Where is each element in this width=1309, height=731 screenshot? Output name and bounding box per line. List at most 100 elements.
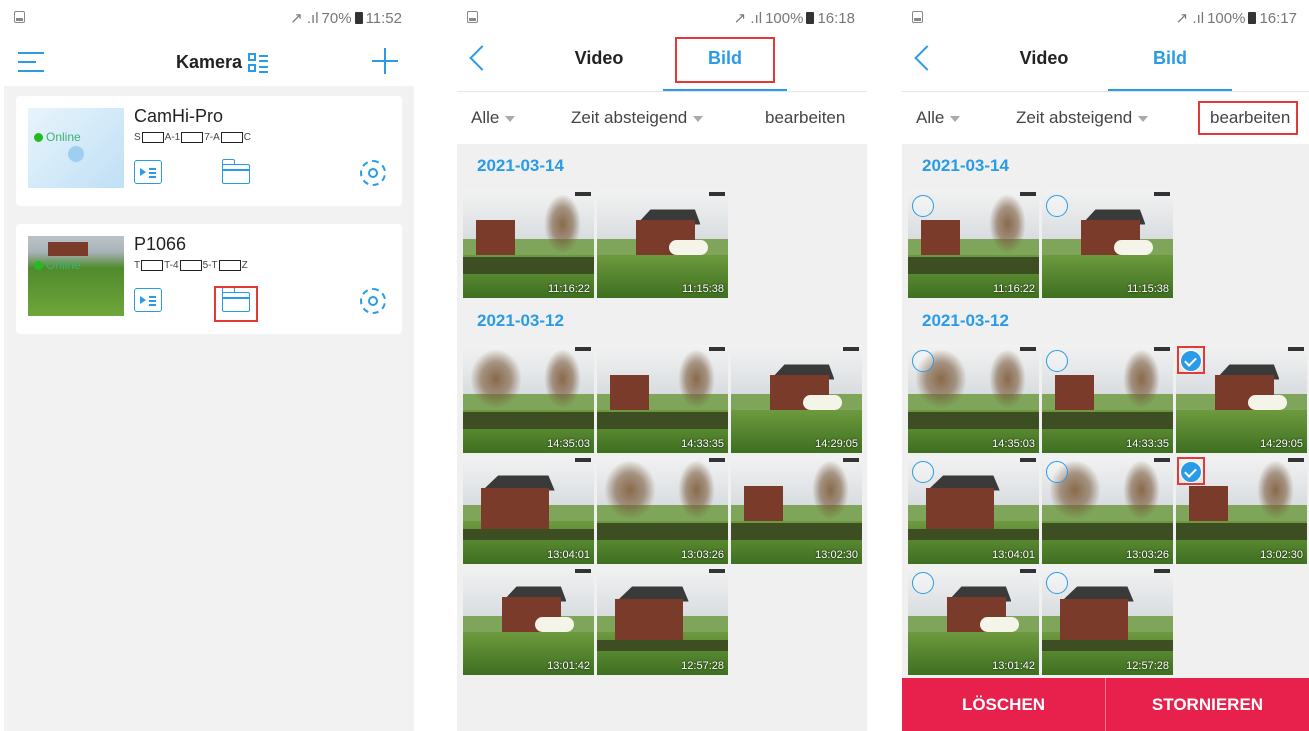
select-circle-icon[interactable]	[1046, 350, 1068, 372]
media-tabs: Video Bild	[902, 36, 1309, 92]
camera-uid: S A-1 7-A C	[134, 132, 252, 143]
select-circle-icon[interactable]	[912, 461, 934, 483]
hamburger-menu-icon[interactable]	[18, 52, 44, 72]
video-playlist-icon[interactable]	[134, 160, 162, 184]
photo-timestamp: 14:35:03	[547, 438, 590, 450]
photo-gallery: 2021-03-14 11:16:22 11:15:38 2021-03-12 14:3…	[457, 144, 867, 731]
dropdown-arrow-icon	[950, 115, 961, 122]
select-circle-icon[interactable]	[1046, 195, 1068, 217]
camera-thumbnail[interactable]: Online	[28, 108, 124, 188]
sort-dropdown[interactable]: Zeit absteigend	[1016, 108, 1149, 128]
watermark	[1020, 458, 1036, 462]
watermark	[1154, 192, 1170, 196]
camera-thumbnail[interactable]: Online	[28, 236, 124, 316]
action-bar: LÖSCHEN STORNIEREN	[902, 678, 1309, 731]
date-header: 2021-03-12	[477, 311, 564, 330]
photo-thumbnail[interactable]: 14:29:05	[731, 345, 862, 453]
photo-timestamp: 13:02:30	[1260, 549, 1303, 561]
folder-icon[interactable]	[221, 287, 250, 312]
filter-bar: Alle Zeit absteigend bearbeiten	[902, 92, 1309, 144]
watermark	[843, 347, 859, 351]
photo-timestamp: 14:29:05	[815, 438, 858, 450]
photo-thumbnail[interactable]: 14:35:03	[908, 345, 1039, 453]
watermark	[575, 569, 591, 573]
add-camera-button[interactable]	[370, 46, 400, 76]
photo-thumbnail[interactable]: 13:01:42	[463, 567, 594, 675]
photo-thumbnail[interactable]: 14:33:35	[1042, 345, 1173, 453]
watermark	[709, 569, 725, 573]
photo-thumbnail[interactable]: 12:57:28	[1042, 567, 1173, 675]
filter-all-dropdown[interactable]: Alle	[916, 108, 961, 128]
camera-card[interactable]: Online CamHi-Pro S A-1 7-A C	[16, 96, 402, 206]
edit-button[interactable]: bearbeiten	[1210, 108, 1290, 128]
cancel-button[interactable]: STORNIEREN	[1105, 678, 1309, 731]
photo-timestamp: 13:04:01	[992, 549, 1035, 561]
watermark	[1288, 458, 1304, 462]
tab-bild[interactable]: Bild	[1120, 48, 1220, 69]
photo-thumbnail[interactable]: 13:03:26	[597, 456, 728, 564]
delete-button[interactable]: LÖSCHEN	[902, 678, 1105, 731]
gear-icon[interactable]	[360, 160, 386, 186]
photo-timestamp: 13:02:30	[815, 549, 858, 561]
watermark	[1154, 458, 1170, 462]
checked-circle-icon[interactable]	[1180, 461, 1202, 483]
sort-dropdown[interactable]: Zeit absteigend	[571, 108, 704, 128]
grid-list-icon[interactable]	[248, 52, 269, 73]
battery-icon	[806, 12, 815, 24]
photo-gallery: 2021-03-14 11:16:22 11:15:38 2021-03-12 14:3…	[902, 144, 1309, 731]
photo-thumbnail[interactable]: 11:15:38	[1042, 190, 1173, 298]
video-playlist-icon[interactable]	[134, 288, 162, 312]
photo-timestamp: 13:03:26	[1126, 549, 1169, 561]
edit-button[interactable]: bearbeiten	[765, 108, 845, 128]
tab-video[interactable]: Video	[994, 48, 1094, 69]
select-circle-icon[interactable]	[1046, 461, 1068, 483]
battery-level: 100%	[765, 9, 804, 27]
select-circle-icon[interactable]	[912, 195, 934, 217]
tab-indicator	[1108, 89, 1232, 91]
battery-icon	[1248, 12, 1257, 24]
photo-thumbnail[interactable]: 13:03:26	[1042, 456, 1173, 564]
gear-icon[interactable]	[360, 288, 386, 314]
photo-timestamp: 13:04:01	[547, 549, 590, 561]
select-circle-icon[interactable]	[912, 572, 934, 594]
photo-thumbnail[interactable]: 13:04:01	[463, 456, 594, 564]
dropdown-arrow-icon	[693, 115, 704, 122]
photo-timestamp: 13:01:42	[547, 660, 590, 672]
back-arrow-icon[interactable]	[469, 45, 495, 71]
watermark	[709, 192, 725, 196]
date-header: 2021-03-14	[922, 156, 1009, 175]
watermark	[1020, 569, 1036, 573]
photo-thumbnail[interactable]: 13:02:30	[1176, 456, 1307, 564]
photo-thumbnail[interactable]: 14:29:05	[1176, 345, 1307, 453]
photo-thumbnail[interactable]: 13:01:42	[908, 567, 1039, 675]
folder-icon[interactable]	[221, 159, 250, 184]
select-circle-icon[interactable]	[912, 350, 934, 372]
screenshot-icon	[912, 11, 923, 23]
tab-indicator	[663, 89, 787, 91]
photo-thumbnail[interactable]: 14:35:03	[463, 345, 594, 453]
photo-thumbnail[interactable]: 13:02:30	[731, 456, 862, 564]
camera-name: P1066	[134, 234, 187, 254]
photo-thumbnail[interactable]: 14:33:35	[597, 345, 728, 453]
camera-name: CamHi-Pro	[134, 106, 224, 126]
photo-timestamp: 12:57:28	[681, 660, 724, 672]
watermark	[709, 347, 725, 351]
photo-thumbnail[interactable]: 12:57:28	[597, 567, 728, 675]
watermark	[1020, 192, 1036, 196]
photo-thumbnail[interactable]: 13:04:01	[908, 456, 1039, 564]
screenshot-icon	[467, 11, 478, 23]
tab-bild[interactable]: Bild	[675, 48, 775, 69]
photo-thumbnail[interactable]: 11:16:22	[463, 190, 594, 298]
checked-circle-icon[interactable]	[1180, 350, 1202, 372]
camera-card[interactable]: Online P1066 T T-4 5-T Z	[16, 224, 402, 334]
tab-video[interactable]: Video	[549, 48, 649, 69]
status-bar: ↗ .ıl 100% 16:17	[902, 0, 1309, 36]
filter-all-dropdown[interactable]: Alle	[471, 108, 516, 128]
photo-timestamp: 13:01:42	[992, 660, 1035, 672]
camera-uid: T T-4 5-T Z	[134, 260, 248, 271]
photo-thumbnail[interactable]: 11:16:22	[908, 190, 1039, 298]
select-circle-icon[interactable]	[1046, 572, 1068, 594]
app-header: Kamera	[4, 36, 414, 86]
back-arrow-icon[interactable]	[914, 45, 940, 71]
photo-thumbnail[interactable]: 11:15:38	[597, 190, 728, 298]
